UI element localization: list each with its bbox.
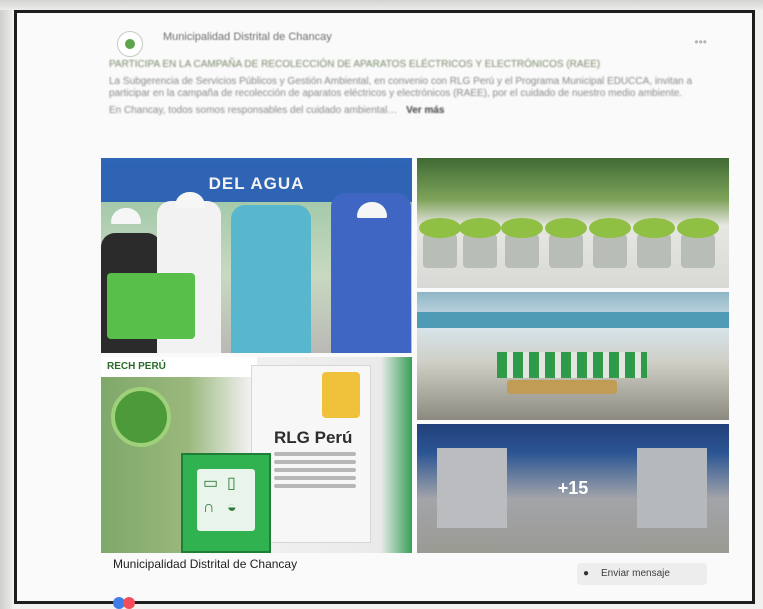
messenger-icon: ● — [583, 568, 590, 579]
post-body: La Subgerencia de Servicios Públicos y G… — [109, 75, 693, 100]
plant-row — [419, 218, 723, 268]
rlg-title: RLG Perú — [274, 428, 353, 447]
post-footer-text: En Chancay, todos somos responsables del… — [109, 104, 398, 116]
photo-tile-1[interactable]: DEL AGUA — [101, 158, 412, 353]
photo-tile-4[interactable]: RECH PERÚ RLG Perú ▭ ▯ ∩ ◒ — [101, 357, 412, 553]
post-footer-line: En Chancay, todos somos responsables del… — [109, 105, 721, 118]
send-message-label: Enviar mensaje — [601, 568, 670, 579]
person-3 — [231, 205, 311, 353]
plant-pot — [589, 218, 631, 268]
see-more-link[interactable]: Ver más — [406, 105, 444, 116]
plant-pot — [459, 218, 501, 268]
phone-icon: ▯ — [227, 475, 236, 492]
reaction-icons[interactable] — [113, 597, 153, 609]
post-headline: PARTICIPA EN LA CAMPAÑA DE RECOLECCIÓN D… — [109, 59, 601, 70]
recycling-bag — [107, 273, 195, 339]
collection-bin: ▭ ▯ ∩ ◒ — [181, 453, 271, 553]
post-text: PARTICIPA EN LA CAMPAÑA DE RECOLECCIÓN D… — [109, 59, 721, 121]
page-avatar[interactable] — [117, 31, 143, 57]
scan-edge-left — [0, 0, 12, 609]
plant-pot — [677, 218, 719, 268]
send-message-button[interactable]: ● Enviar mensaje — [577, 563, 707, 585]
rlg-graphic — [322, 372, 360, 418]
controller-icon: ◒ — [227, 499, 237, 516]
photo-grid: DEL AGUA RECH PERÚ RLG Perú ▭ ▯ ∩ ◒ +15 — [101, 158, 731, 553]
recycle-logo — [111, 387, 171, 447]
plant-pot — [545, 218, 587, 268]
stadium-canopy — [417, 312, 729, 328]
more-photos-overlay[interactable]: +15 — [417, 424, 729, 553]
post-header: Municipalidad Distrital de Chancay ••• — [43, 25, 723, 57]
photo-tile-3[interactable] — [417, 292, 729, 420]
rlg-text-lines — [274, 452, 356, 492]
plant-pot — [501, 218, 543, 268]
scan-edge-top — [0, 0, 763, 10]
love-icon — [123, 597, 135, 609]
photo-tile-5[interactable]: +15 — [417, 424, 729, 553]
crowd-group — [497, 352, 647, 378]
helmet-1 — [111, 208, 141, 224]
footer-page-name[interactable]: Municipalidad Distrital de Chancay — [113, 557, 297, 571]
bin-screen: ▭ ▯ ∩ ◒ — [197, 469, 255, 531]
collected-items — [507, 380, 617, 394]
more-options-icon[interactable]: ••• — [694, 35, 707, 49]
photo-tile-2[interactable] — [417, 158, 729, 288]
plant-pot — [633, 218, 675, 268]
page-name[interactable]: Municipalidad Distrital de Chancay — [163, 31, 332, 43]
monitor-icon: ▭ — [203, 475, 219, 492]
brand-strip: RECH PERÚ — [101, 357, 257, 377]
plant-pot — [419, 218, 461, 268]
headphones-icon: ∩ — [203, 499, 215, 516]
post-card: Municipalidad Distrital de Chancay ••• P… — [14, 10, 755, 609]
